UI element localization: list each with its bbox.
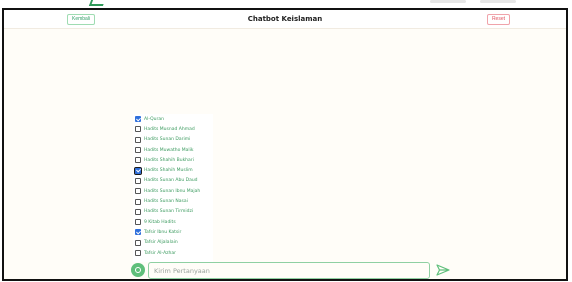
send-button[interactable] [435,263,451,277]
source-option[interactable]: Hadits Sunan Abu Daud [133,176,213,186]
source-label: Hadits Sunan Darimi [144,137,191,143]
target-icon [135,267,141,273]
source-label: Hadits Shahih Muslim [144,168,193,174]
logo-icon [88,0,106,6]
message-composer [128,261,458,279]
source-option[interactable]: Tafsir Aljalalain [133,238,213,248]
source-selector: Al-Quran Hadits Musnad Ahmad Hadits Sunan … [133,114,213,262]
send-icon [436,264,450,276]
source-checkbox[interactable] [135,136,141,143]
source-label: Hadits Musnad Ahmad [144,126,195,132]
source-option[interactable]: Tafsir Al-Azhar [133,248,213,258]
source-option[interactable]: Hadits Muwatho Malik [133,145,213,155]
context-button[interactable] [131,263,145,277]
source-label: Hadits Shahih Bukhari [144,157,194,163]
source-option[interactable]: Hadits Sunan Nasai [133,196,213,206]
source-option[interactable]: Al-Quran [133,114,213,124]
source-checkbox[interactable] [135,147,141,154]
source-option[interactable]: Hadits Musnad Ahmad [133,124,213,134]
source-checkbox[interactable] [135,116,141,123]
toolbar-pill [430,0,466,3]
source-checkbox[interactable] [134,166,142,175]
source-checkbox[interactable] [135,239,141,246]
source-option[interactable]: Hadits Sunan Darimi [133,135,213,145]
source-checkbox[interactable] [135,250,141,256]
source-checkbox[interactable] [135,177,141,184]
source-checkbox[interactable] [135,126,141,133]
toolbar-pill [480,0,516,3]
chat-header: Kembali Chatbot Keislaman Reset [4,10,566,29]
source-label: Tafsir Aljalalain [144,240,178,246]
source-option[interactable]: Hadits Shahih Bukhari [133,155,213,165]
source-checkbox[interactable] [135,219,141,226]
source-checkbox[interactable] [135,188,141,195]
source-label: Hadits Sunan Nasai [144,199,188,205]
source-checkbox[interactable] [135,208,141,215]
question-input[interactable] [148,262,430,279]
source-label: Al-Quran [144,116,164,122]
source-label: Tafsir Ibnu Katsir [144,229,182,235]
source-label: Hadits Sunan Abu Daud [144,178,198,184]
source-checkbox[interactable] [135,157,141,164]
source-checkbox[interactable] [135,198,141,205]
source-label: Hadits Sunan Tirmidzi [144,209,194,215]
source-option[interactable]: Hadits Sunan Ibnu Majah [133,186,213,196]
chat-window: Kembali Chatbot Keislaman Reset Al-Quran… [2,8,568,281]
source-option[interactable]: 9 Kitab Hadits [133,217,213,227]
source-checkbox[interactable] [135,229,141,236]
reset-button[interactable]: Reset [486,14,510,25]
source-label: 9 Kitab Hadits [144,219,176,225]
source-option[interactable]: Tafsir Ibnu Katsir [133,227,213,237]
source-label: Hadits Muwatho Malik [144,147,194,153]
source-label: Hadits Sunan Ibnu Majah [144,188,201,194]
source-option[interactable]: Hadits Shahih Muslim [133,165,213,175]
source-label: Tafsir Al-Azhar [144,250,176,256]
page-title: Chatbot Keislaman [247,15,323,23]
source-option[interactable]: Hadits Sunan Tirmidzi [133,207,213,217]
